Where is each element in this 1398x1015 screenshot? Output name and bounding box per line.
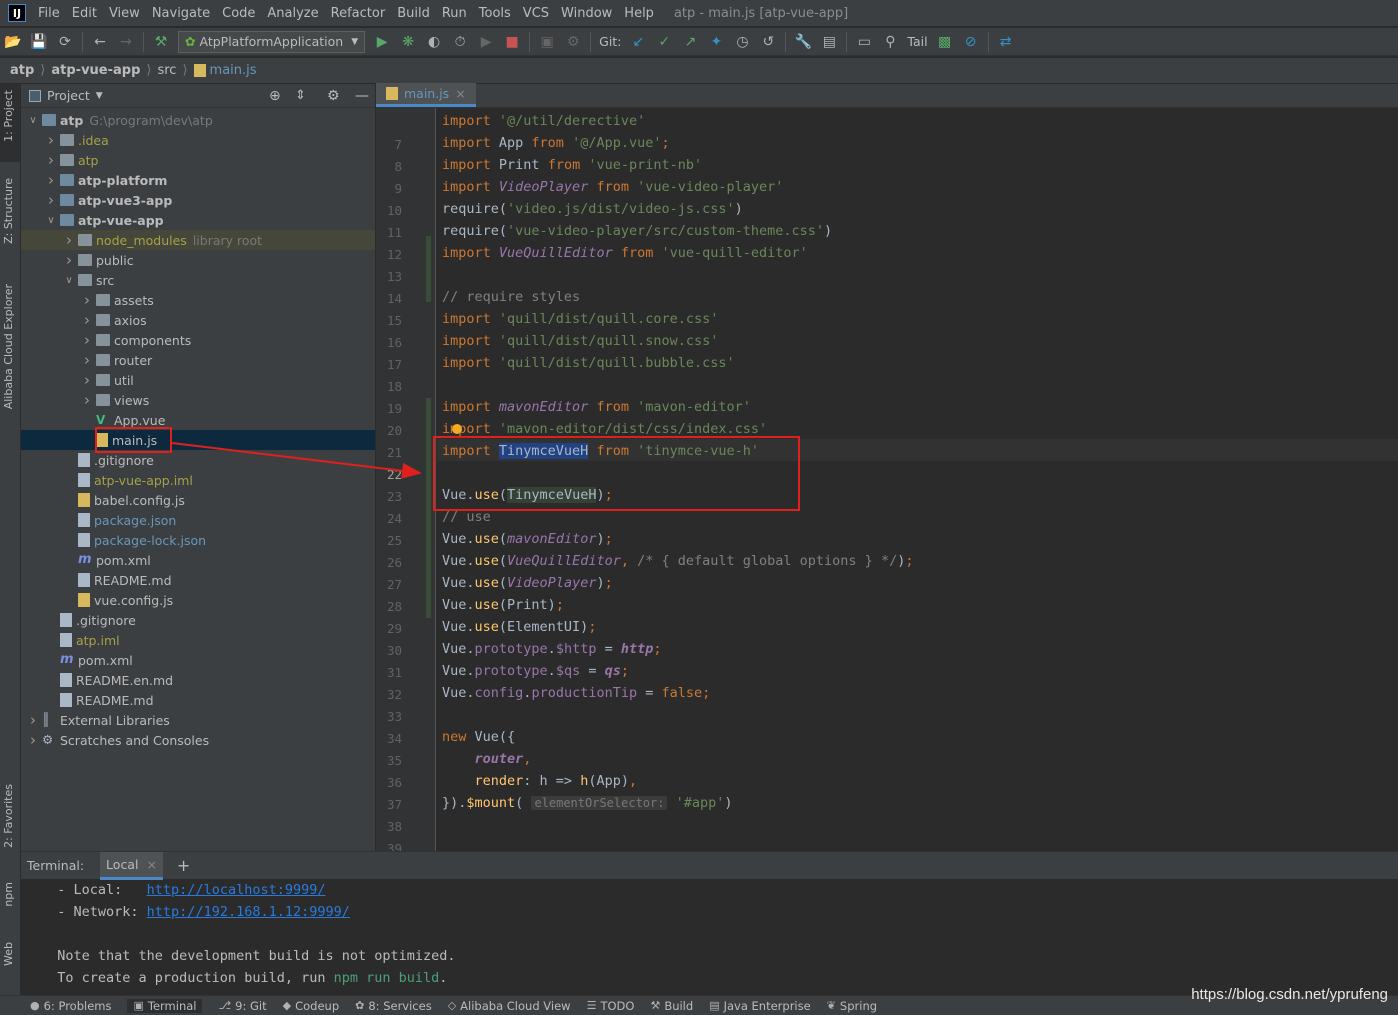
watermark: https://blog.csdn.net/yprufeng bbox=[1191, 986, 1388, 1003]
annotation-arrow bbox=[171, 442, 422, 479]
